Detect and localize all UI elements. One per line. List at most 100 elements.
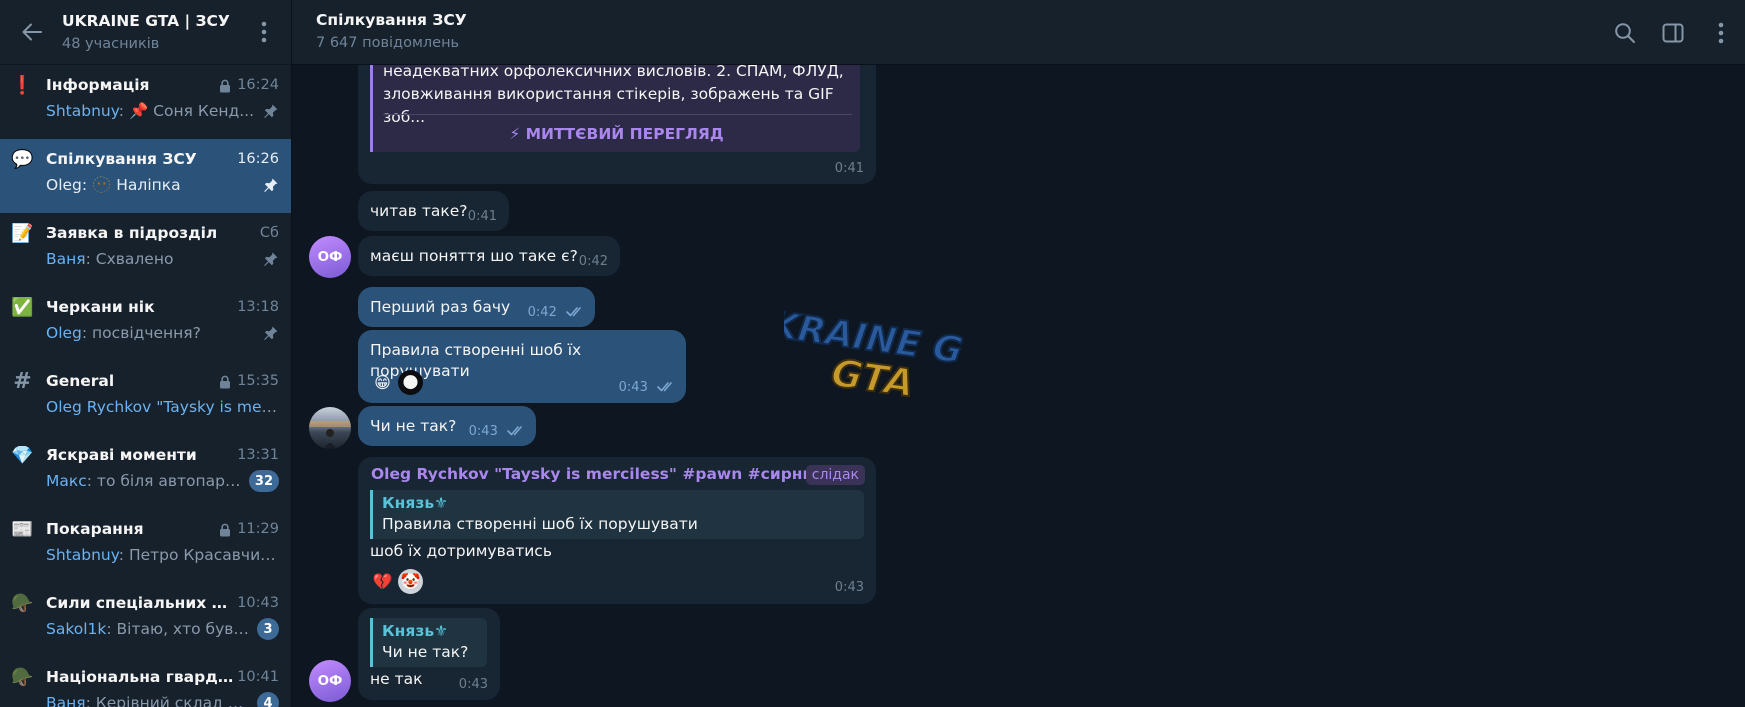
last-message-text: Вітаю, хто був у ... bbox=[116, 620, 251, 638]
reactions: 💔 🤡 bbox=[370, 569, 423, 594]
last-message-sender: Oleg Rychkov "Taysky is merci... bbox=[46, 398, 279, 416]
last-message-sender: Ваня bbox=[46, 250, 86, 268]
last-message-text: то біля автопарку bbox=[92, 472, 243, 490]
more-vertical-icon bbox=[1718, 22, 1724, 43]
topic-item[interactable]: 🪖 Національна гвардія ... 10:41 Ваня: Керів… bbox=[0, 657, 291, 707]
topic-last-message: Ваня: Схвалено bbox=[46, 250, 174, 268]
topic-time: 11:29 bbox=[237, 521, 279, 537]
topic-item[interactable]: 📰 Покарання 11:29 Shtabnuy: Петро Красавчик… bbox=[0, 509, 291, 583]
topic-icon: 💎 bbox=[11, 445, 34, 466]
topic-icon: # bbox=[13, 369, 32, 394]
pin-icon bbox=[263, 103, 279, 119]
message-outgoing: Перший раз бачу 0:42 bbox=[358, 287, 595, 327]
topics-sidebar: UKRAINE GTA | ЗСУ 48 учасників ❗ Інформац… bbox=[0, 0, 292, 707]
last-message-text: Керівний склад НГ... bbox=[90, 694, 251, 707]
topic-time: 16:26 bbox=[237, 151, 279, 167]
sender-avatar[interactable]: ОФ bbox=[309, 660, 351, 702]
topic-name: Сили спеціальних оп... bbox=[46, 594, 238, 612]
last-message-text: посвідчення? bbox=[87, 324, 201, 342]
topic-name: Яскраві моменти bbox=[46, 446, 197, 464]
pin-icon bbox=[263, 325, 279, 341]
double-check-icon bbox=[507, 426, 522, 436]
topic-last-message: Sakol1k: Вітаю, хто був у ... bbox=[46, 620, 251, 638]
instant-view-button[interactable]: ⚡ МИТТЄВИЙ ПЕРЕГЛЯД bbox=[373, 119, 860, 149]
topic-last-message: Oleg Rychkov "Taysky is merci... bbox=[46, 398, 279, 416]
last-message-sender: Shtabnuy bbox=[46, 102, 119, 120]
topic-time: Сб bbox=[259, 225, 279, 241]
chat-area: Спілкування ЗСУ 7 647 повідомлень UKRAIN… bbox=[292, 0, 1745, 707]
message-text: маєш поняття шо таке є? bbox=[370, 247, 578, 265]
reaction-emoji[interactable]: 🌑 bbox=[398, 370, 423, 395]
topic-list: ❗ Інформація 16:24 Shtabnuy: 📌 Соня Кенд...… bbox=[0, 65, 291, 707]
topic-icon: 🪖 bbox=[11, 667, 34, 688]
topic-time: 13:18 bbox=[237, 299, 279, 315]
quote-author: Князь⚜ bbox=[382, 622, 449, 640]
reply-quote[interactable]: Князь⚜ Чи не так? bbox=[370, 618, 487, 667]
ukraine-gta-watermark-logo: UKRAINE GTA GTA bbox=[784, 305, 964, 405]
last-message-text: Схвалено bbox=[90, 250, 174, 268]
topic-item[interactable]: 📝 Заявка в підрозділ Сб Ваня: Схвалено bbox=[0, 213, 291, 287]
topic-time: 16:24 bbox=[237, 77, 279, 93]
message-time: 0:41 bbox=[467, 209, 497, 224]
topic-last-message: Макс: то біля автопарку bbox=[46, 472, 243, 490]
topic-icon: 💬 bbox=[11, 149, 34, 170]
topic-last-message: Shtabnuy: Петро Красавчик ... bbox=[46, 546, 279, 564]
last-message-text: Петро Красавчик ... bbox=[124, 546, 279, 564]
more-vertical-icon bbox=[261, 21, 267, 43]
toggle-side-panel-button[interactable] bbox=[1649, 9, 1697, 57]
sender-avatar[interactable]: ОФ bbox=[309, 236, 351, 278]
reaction-emoji[interactable]: 😁 bbox=[370, 370, 395, 395]
topic-item[interactable]: 🪖 Сили спеціальних оп... 10:43 Sakol1k: Віт… bbox=[0, 583, 291, 657]
message-time: 0:43 bbox=[458, 677, 488, 692]
topic-name: Черкани нік bbox=[46, 298, 155, 316]
topic-last-message: Oleg: 🫥 Наліпка bbox=[46, 176, 181, 194]
link-preview-card[interactable]: неадекватних орфолексичних висловів. 2. … bbox=[370, 60, 860, 152]
message-time: 0:42 bbox=[527, 305, 557, 320]
topic-name: Національна гвардія ... bbox=[46, 668, 238, 686]
message-outgoing: Правила створенні шоб їх порушувати 😁 🌑 … bbox=[358, 330, 686, 403]
search-icon bbox=[1615, 22, 1635, 43]
topic-icon: 📰 bbox=[11, 519, 34, 540]
last-message-text: 📌 Соня Кенд... bbox=[124, 102, 255, 120]
topic-time: 13:31 bbox=[237, 447, 279, 463]
topic-item[interactable]: 💬 Спілкування ЗСУ 16:26 Oleg: 🫥 Наліпка bbox=[0, 139, 291, 213]
topic-name: Інформація bbox=[46, 76, 150, 94]
message-incoming: Князь⚜ Чи не так? не так 0:43 bbox=[358, 608, 500, 700]
message-status: 0:43 bbox=[469, 424, 527, 439]
message-text: Чи не так? bbox=[370, 417, 457, 435]
topic-item[interactable]: 💎 Яскраві моменти 13:31 Макс: то біля автоп… bbox=[0, 435, 291, 509]
topic-item[interactable]: ❗ Інформація 16:24 Shtabnuy: 📌 Соня Кенд... bbox=[0, 65, 291, 139]
reaction-emoji[interactable]: 🤡 bbox=[398, 569, 423, 594]
message-time: 0:42 bbox=[578, 254, 608, 269]
message-text: Перший раз бачу bbox=[370, 298, 511, 316]
last-message-sender: Макс bbox=[46, 472, 87, 490]
topic-item[interactable]: # General 15:35 Oleg Rychkov "Taysky is mer… bbox=[0, 361, 291, 435]
topic-last-message: Shtabnuy: 📌 Соня Кенд... bbox=[46, 102, 255, 120]
topic-last-message: Oleg: посвідчення? bbox=[46, 324, 201, 342]
search-button[interactable] bbox=[1601, 9, 1649, 57]
unread-badge: 4 bbox=[257, 692, 279, 707]
double-check-icon bbox=[657, 382, 672, 392]
back-button[interactable] bbox=[12, 12, 52, 52]
reply-quote[interactable]: Князь⚜ Правила створенні шоб їх порушува… bbox=[370, 490, 864, 539]
topic-icon: 📝 bbox=[11, 223, 34, 244]
topic-item[interactable]: ✅ Черкани нік 13:18 Oleg: посвідчення? bbox=[0, 287, 291, 361]
pin-icon bbox=[263, 177, 279, 193]
message-author[interactable]: Oleg Rychkov "Taysky is merciless" #pawn… bbox=[371, 465, 847, 483]
last-message-sender: Ваня bbox=[46, 694, 86, 707]
reactions: 😁 🌑 bbox=[370, 370, 423, 395]
group-menu-button[interactable] bbox=[249, 12, 279, 52]
lock-icon bbox=[219, 522, 231, 537]
reaction-emoji[interactable]: 💔 bbox=[370, 569, 395, 594]
topic-name: Спілкування ЗСУ bbox=[46, 150, 197, 168]
unread-badge: 32 bbox=[248, 470, 279, 492]
topic-icon: ❗ bbox=[11, 75, 34, 96]
message-text: шоб їх дотримуватись bbox=[370, 542, 552, 560]
message-text: не так bbox=[370, 670, 423, 688]
topic-icon: 🪖 bbox=[11, 593, 34, 614]
topic-last-message: Ваня: Керівний склад НГ... bbox=[46, 694, 251, 707]
sender-avatar[interactable] bbox=[309, 407, 351, 449]
chat-menu-button[interactable] bbox=[1697, 9, 1745, 57]
chat-title[interactable]: Спілкування ЗСУ bbox=[316, 11, 1721, 29]
message-rules-preview: неадекватних орфолексичних висловів. 2. … bbox=[358, 50, 876, 184]
